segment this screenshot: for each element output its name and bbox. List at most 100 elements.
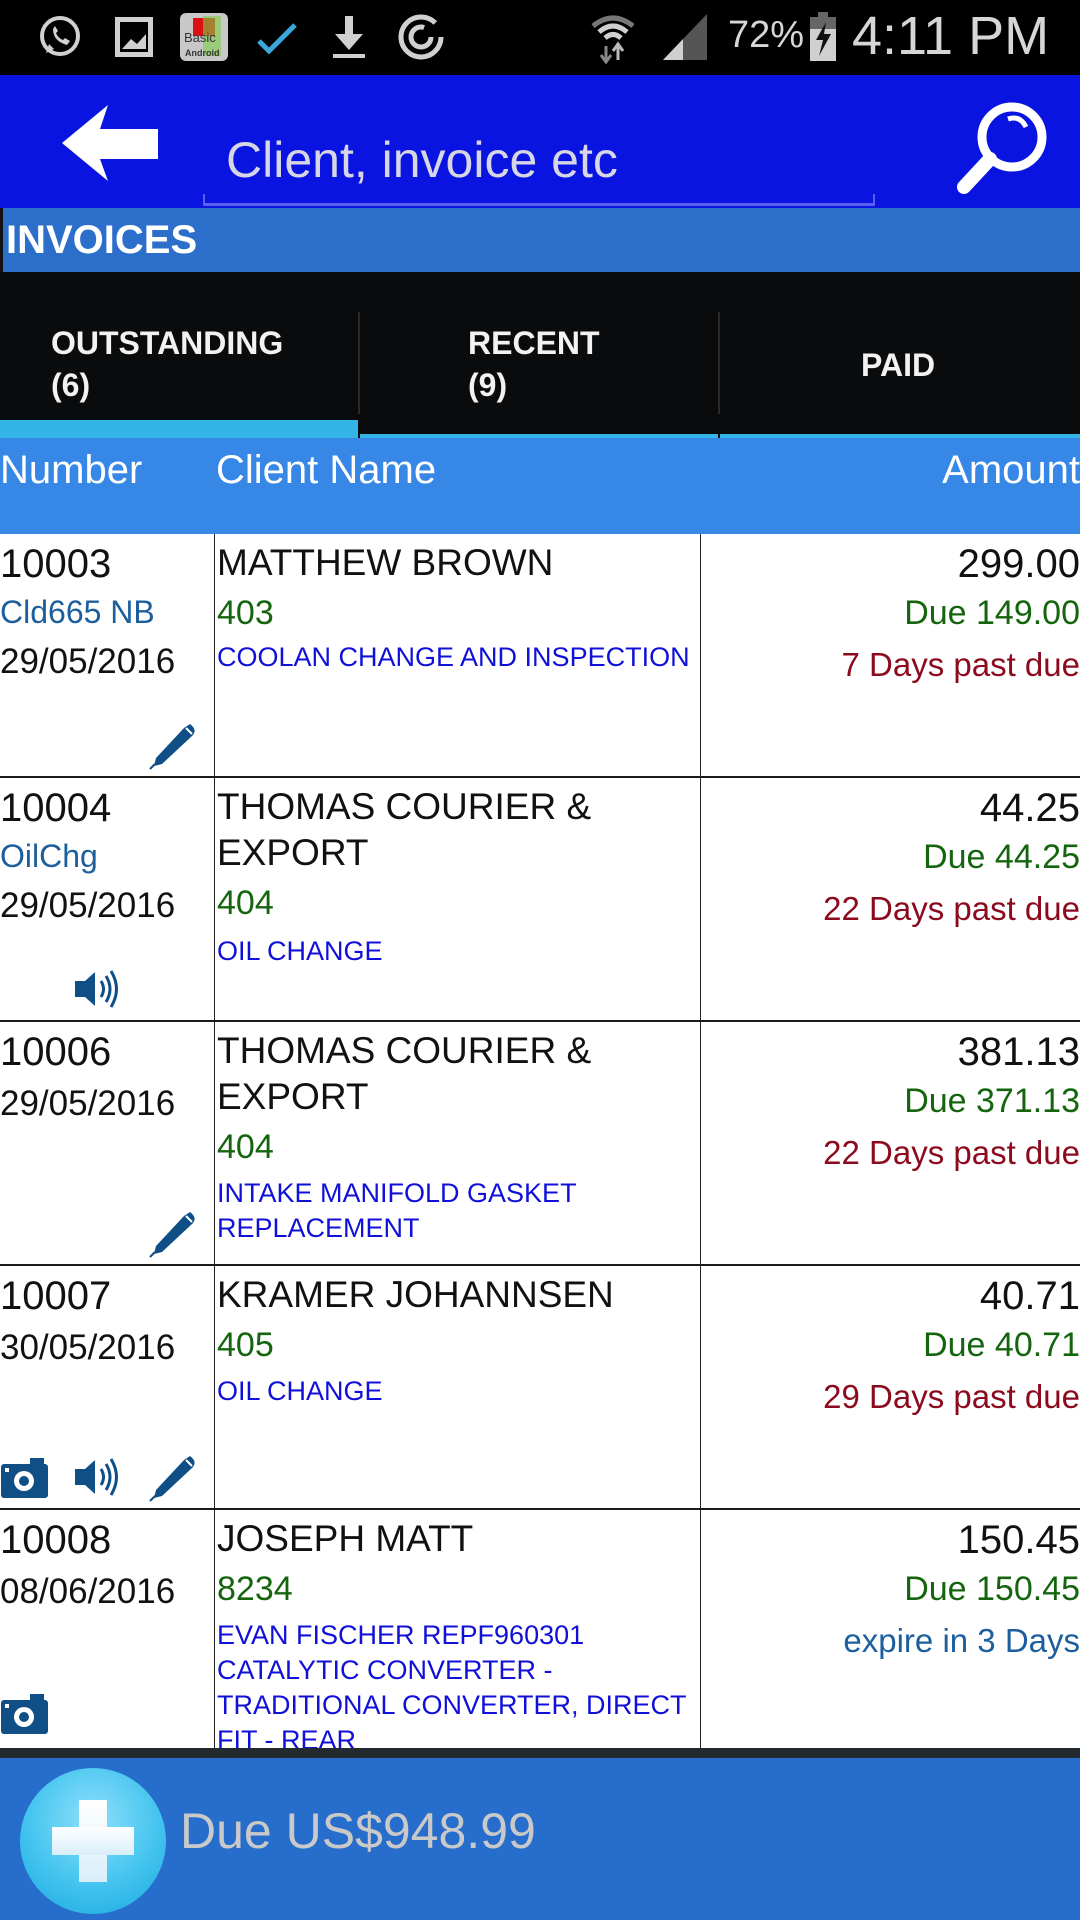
client-name: THOMAS COURIER & EXPORT <box>217 786 592 873</box>
expiry-status: expire in 3 Days <box>843 1622 1080 1659</box>
download-icon <box>326 12 372 62</box>
client-name: MATTHEW BROWN <box>217 542 554 583</box>
invoice-number: 10003 <box>0 542 112 586</box>
amount-due: Due 150.45 <box>904 1570 1080 1608</box>
check-icon <box>254 12 300 62</box>
amount-due: Due 44.25 <box>923 838 1080 876</box>
invoice-reference: OilChg <box>0 838 98 874</box>
svg-text:Android: Android <box>185 48 220 58</box>
back-button[interactable] <box>55 103 165 183</box>
client-name: JOSEPH MATT <box>217 1518 474 1559</box>
battery-percent: 72% <box>728 14 805 56</box>
clock: 4:11 PM <box>852 6 1050 66</box>
amount-cell: 150.45 Due 150.45 expire in 3 Days <box>701 1510 1080 1748</box>
action-bar <box>0 75 1080 208</box>
bottom-bar: Due US$948.99 <box>0 1758 1080 1920</box>
client-cell: THOMAS COURIER & EXPORT 404 OIL CHANGE <box>214 778 701 1020</box>
number-cell: 10004 OilChg 29/05/2016 <box>0 778 214 1020</box>
audio-icon[interactable] <box>73 964 123 1014</box>
camera-icon[interactable] <box>0 1688 50 1738</box>
search-icon <box>957 102 1047 194</box>
invoice-date: 08/06/2016 <box>0 1572 176 1611</box>
tab-bar: OUTSTANDING (6) RECENT (9) PAID <box>0 272 1080 438</box>
pen-icon[interactable] <box>148 1452 198 1502</box>
section-title: INVOICES <box>6 218 198 262</box>
number-cell: 10006 29/05/2016 <box>0 1022 214 1264</box>
invoice-row[interactable]: 10008 08/06/2016 JOSEPH MATT 8234 EVAN F… <box>0 1510 1080 1748</box>
due-status: 29 Days past due <box>823 1378 1080 1415</box>
amount-due: Due 371.13 <box>904 1082 1080 1120</box>
invoice-description: OIL CHANGE <box>217 1376 383 1406</box>
pen-icon[interactable] <box>148 1208 198 1258</box>
invoice-description: INTAKE MANIFOLD GASKET REPLACEMENT <box>217 1178 577 1243</box>
invoice-amount: 44.25 <box>979 786 1080 830</box>
amount-cell: 299.00 Due 149.00 7 Days past due <box>701 534 1080 776</box>
invoice-number: 10004 <box>0 786 112 830</box>
audio-icon[interactable] <box>73 1452 123 1502</box>
invoice-row[interactable]: 10004 OilChg 29/05/2016 THOMAS COURIER &… <box>0 778 1080 1022</box>
whatsapp-icon <box>34 12 86 62</box>
invoice-description: OIL CHANGE <box>217 936 383 966</box>
column-amount[interactable]: Amount <box>942 448 1080 493</box>
signal-icon <box>660 12 710 62</box>
due-status: 22 Days past due <box>823 890 1080 927</box>
camera-icon[interactable] <box>0 1452 50 1502</box>
amount-cell: 44.25 Due 44.25 22 Days past due <box>701 778 1080 1020</box>
client-code: 8234 <box>217 1570 293 1608</box>
invoice-list[interactable]: 10003 Cld665 NB 29/05/2016 MATTHEW BROWN… <box>0 534 1080 1748</box>
client-cell: KRAMER JOHANNSEN 405 OIL CHANGE <box>214 1266 701 1508</box>
tab-outstanding-count: (6) <box>51 367 91 403</box>
client-code: 403 <box>217 594 274 632</box>
invoice-date: 29/05/2016 <box>0 886 176 925</box>
tab-paid-label: PAID <box>861 347 936 383</box>
invoice-date: 30/05/2016 <box>0 1328 176 1367</box>
number-cell: 10008 08/06/2016 <box>0 1510 214 1748</box>
invoice-description: EVAN FISCHER REPF960301 CATALYTIC CONVER… <box>217 1620 687 1748</box>
invoice-number: 10006 <box>0 1030 112 1074</box>
invoice-number: 10007 <box>0 1274 112 1318</box>
invoice-row[interactable]: 10007 30/05/2016 KRAMER JOHANNSEN 405 OI… <box>0 1266 1080 1510</box>
amount-due: Due 149.00 <box>904 594 1080 632</box>
invoice-reference: Cld665 NB <box>0 594 155 630</box>
amount-cell: 381.13 Due 371.13 22 Days past due <box>701 1022 1080 1264</box>
tab-outstanding-label: OUTSTANDING <box>51 325 284 361</box>
column-client-name[interactable]: Client Name <box>216 448 436 493</box>
column-number[interactable]: Number <box>0 448 142 493</box>
search-button[interactable] <box>950 97 1055 195</box>
number-cell: 10007 30/05/2016 <box>0 1266 214 1508</box>
pen-icon[interactable] <box>148 720 198 770</box>
total-due: Due US$948.99 <box>180 1803 536 1859</box>
invoice-row[interactable]: 10003 Cld665 NB 29/05/2016 MATTHEW BROWN… <box>0 534 1080 778</box>
basic4android-icon: Basic Android <box>178 12 230 62</box>
client-cell: THOMAS COURIER & EXPORT 404 INTAKE MANIF… <box>214 1022 701 1264</box>
battery-charging-icon <box>808 12 838 62</box>
client-code: 404 <box>217 1128 274 1166</box>
invoice-description: COOLAN CHANGE AND INSPECTION <box>217 642 690 672</box>
tab-recent-count: (9) <box>468 367 508 403</box>
invoice-amount: 381.13 <box>957 1030 1080 1074</box>
tab-outstanding-indicator <box>0 420 358 438</box>
invoice-row[interactable]: 10006 29/05/2016 THOMAS COURIER & EXPORT… <box>0 1022 1080 1266</box>
tab-outstanding[interactable]: OUTSTANDING (6) <box>0 272 358 438</box>
add-invoice-button[interactable] <box>20 1768 166 1914</box>
invoice-date: 29/05/2016 <box>0 642 176 681</box>
tab-paid[interactable]: PAID <box>720 272 1080 438</box>
client-cell: JOSEPH MATT 8234 EVAN FISCHER REPF960301… <box>214 1510 701 1748</box>
section-header: INVOICES <box>0 208 1080 272</box>
client-cell: MATTHEW BROWN 403 COOLAN CHANGE AND INSP… <box>214 534 701 776</box>
invoice-amount: 299.00 <box>957 542 1080 586</box>
column-header: Number Client Name Amount <box>0 438 1080 534</box>
gallery-icon <box>112 12 156 62</box>
tab-recent[interactable]: RECENT (9) <box>360 272 718 438</box>
search-input-underline <box>203 194 875 206</box>
client-name: KRAMER JOHANNSEN <box>217 1274 614 1315</box>
invoice-number: 10008 <box>0 1518 112 1562</box>
invoice-date: 29/05/2016 <box>0 1084 176 1123</box>
search-input[interactable] <box>204 115 874 205</box>
amount-cell: 40.71 Due 40.71 29 Days past due <box>701 1266 1080 1508</box>
client-code: 405 <box>217 1326 274 1364</box>
number-cell: 10003 Cld665 NB 29/05/2016 <box>0 534 214 776</box>
wifi-icon <box>588 12 638 64</box>
due-status: 7 Days past due <box>841 646 1080 683</box>
svg-text:Basic: Basic <box>184 30 216 45</box>
